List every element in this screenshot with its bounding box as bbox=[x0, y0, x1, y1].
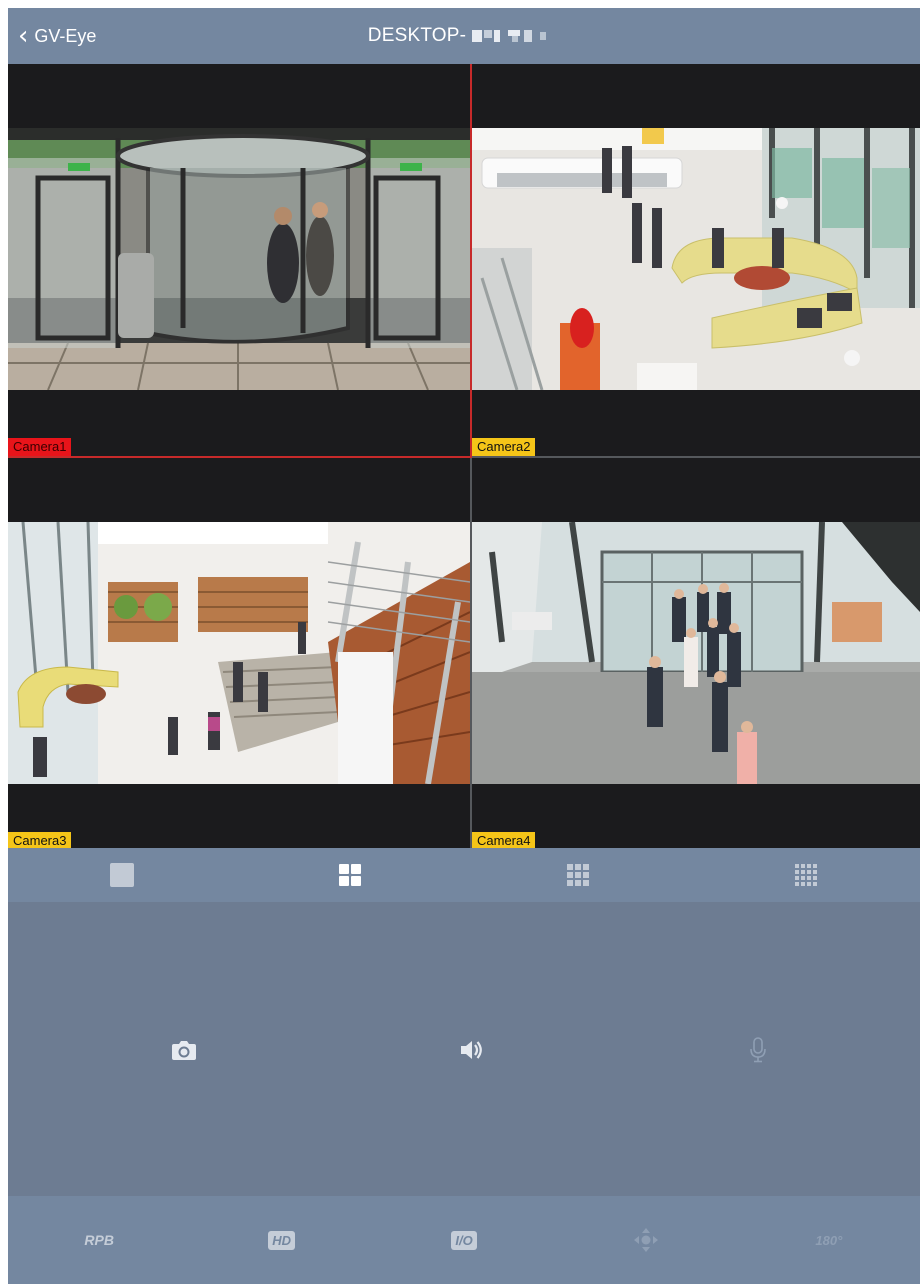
speaker-button[interactable] bbox=[452, 1030, 492, 1070]
io-button[interactable]: I/O bbox=[373, 1196, 555, 1284]
pixelated-hostname-redaction bbox=[468, 27, 560, 45]
selected-tile-border-right bbox=[470, 64, 472, 458]
snapshot-camera-icon bbox=[172, 1041, 196, 1060]
control-panel bbox=[8, 902, 920, 1196]
camera-label-2[interactable]: Camera2 bbox=[472, 438, 536, 456]
speaker-icon bbox=[461, 1041, 482, 1059]
layout-sixteen-button[interactable] bbox=[692, 848, 920, 902]
rpb-icon: RPB bbox=[84, 1232, 114, 1248]
camera-tile-4[interactable]: Camera4 bbox=[472, 458, 920, 850]
camera-3-feed bbox=[8, 522, 470, 784]
microphone-icon bbox=[750, 1037, 766, 1063]
rpb-button[interactable]: RPB bbox=[8, 1196, 190, 1284]
bottom-toolbar: RPB HD I/O 180° bbox=[8, 1196, 920, 1284]
snapshot-button[interactable] bbox=[164, 1030, 204, 1070]
live-view-grid: Camera1 Camera2 Camera3 Camera4 bbox=[8, 64, 920, 850]
camera-label-1[interactable]: Camera1 bbox=[8, 438, 72, 456]
selected-tile-border-bottom bbox=[8, 456, 472, 458]
layout-nine-button[interactable] bbox=[464, 848, 692, 902]
quad-view-icon bbox=[339, 864, 361, 886]
page-title: DESKTOP- bbox=[367, 25, 467, 46]
nav-bar: ‹ GV-Eye DESKTOP- bbox=[8, 8, 920, 64]
camera-tile-2[interactable]: Camera2 bbox=[472, 64, 920, 456]
camera-tile-3[interactable]: Camera3 bbox=[8, 458, 470, 850]
tile-divider-vertical bbox=[470, 456, 472, 848]
nine-view-icon bbox=[567, 864, 589, 886]
microphone-button[interactable] bbox=[738, 1030, 778, 1070]
fisheye-180-button[interactable]: 180° bbox=[738, 1196, 920, 1284]
layout-quad-button[interactable] bbox=[236, 848, 464, 902]
layout-single-button[interactable] bbox=[8, 848, 236, 902]
layout-switcher bbox=[8, 848, 920, 902]
ptz-arrows-icon bbox=[634, 1228, 659, 1252]
ptz-button[interactable] bbox=[555, 1196, 737, 1284]
sixteen-view-icon bbox=[795, 864, 817, 886]
io-icon: I/O bbox=[451, 1230, 477, 1250]
page-title-container: DESKTOP- bbox=[8, 8, 920, 64]
camera-4-feed bbox=[472, 522, 920, 784]
hd-icon: HD bbox=[268, 1230, 295, 1250]
hd-button[interactable]: HD bbox=[190, 1196, 372, 1284]
app-frame: ‹ GV-Eye DESKTOP- Camera1 Camera2 Camera… bbox=[8, 8, 920, 1284]
single-view-icon bbox=[110, 863, 134, 887]
camera-2-feed bbox=[472, 128, 920, 390]
fisheye-180-icon: 180° bbox=[815, 1232, 843, 1248]
camera-1-feed bbox=[8, 128, 470, 390]
camera-tile-1[interactable]: Camera1 bbox=[8, 64, 470, 456]
